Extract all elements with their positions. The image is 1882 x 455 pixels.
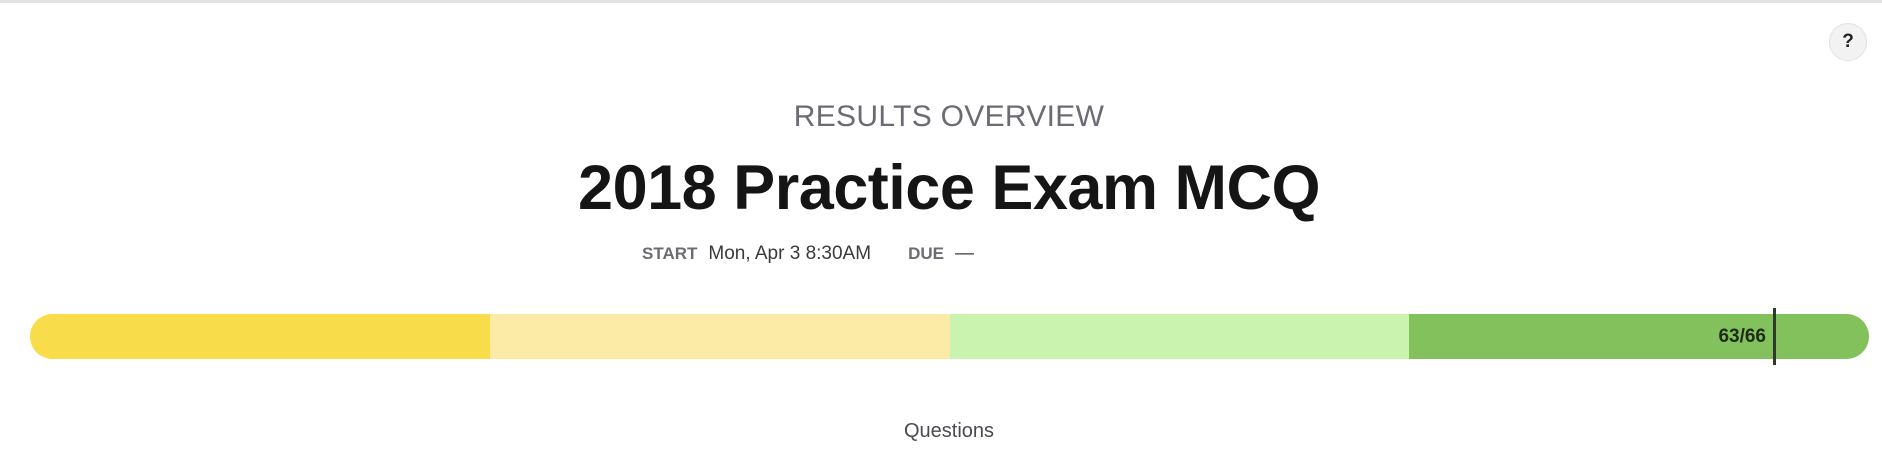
questions-heading: Questions (903, 420, 995, 442)
score-label: 63/66 (1718, 326, 1766, 347)
start-value: Mon, Apr 3 8:30AM (708, 243, 872, 264)
score-progress-bar (30, 314, 1869, 359)
due-label: DUE (908, 244, 944, 263)
progress-band-1 (30, 314, 490, 359)
due-value: — (954, 243, 974, 264)
progress-band-2 (489, 314, 950, 359)
question-mark-icon: ? (1842, 31, 1854, 52)
progress-band-4 (1409, 314, 1869, 359)
results-overview-label: RESULTS OVERVIEW (793, 100, 1105, 133)
assignment-meta: START Mon, Apr 3 8:30AM DUE — (642, 243, 974, 265)
help-button[interactable]: ? (1829, 23, 1867, 61)
page-title: 2018 Practice Exam MCQ (578, 153, 1320, 223)
progress-band-3 (949, 314, 1410, 359)
start-label: START (642, 244, 698, 263)
score-marker (1773, 308, 1776, 365)
top-divider (0, 0, 1882, 3)
